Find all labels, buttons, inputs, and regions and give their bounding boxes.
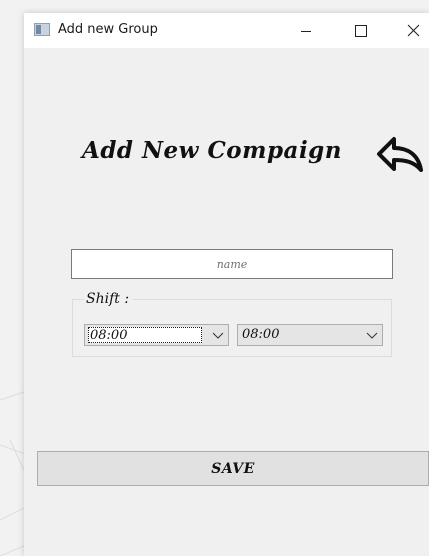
shift-label: Shift : [84, 291, 134, 307]
maximize-button[interactable] [338, 13, 384, 48]
back-arrow-icon [377, 137, 423, 172]
back-button[interactable] [375, 132, 425, 176]
name-input[interactable] [71, 249, 393, 279]
minimize-button[interactable] [283, 13, 329, 48]
page-title: Add New Compaign [82, 137, 342, 164]
shift-end-value: 08:00 [242, 327, 280, 342]
app-window-icon [34, 23, 50, 36]
title-bar[interactable]: Add new Group [24, 13, 429, 48]
shift-start-select[interactable]: 08:00 [84, 324, 229, 346]
shift-end-select[interactable]: 08:00 [237, 324, 383, 346]
close-icon [407, 24, 419, 37]
minimize-icon [301, 30, 311, 32]
shift-groupbox: Shift : 08:00 08:00 [72, 291, 392, 357]
dialog-window: Add new Group Add New Compaign Shift : [24, 13, 429, 556]
shift-start-value: 08:00 [88, 327, 202, 343]
chevron-down-icon [212, 332, 224, 339]
save-button[interactable]: SAVE [37, 451, 429, 486]
close-button[interactable] [390, 13, 429, 48]
maximize-icon [355, 24, 367, 37]
window-title: Add new Group [58, 22, 158, 37]
chevron-down-icon [366, 332, 378, 339]
